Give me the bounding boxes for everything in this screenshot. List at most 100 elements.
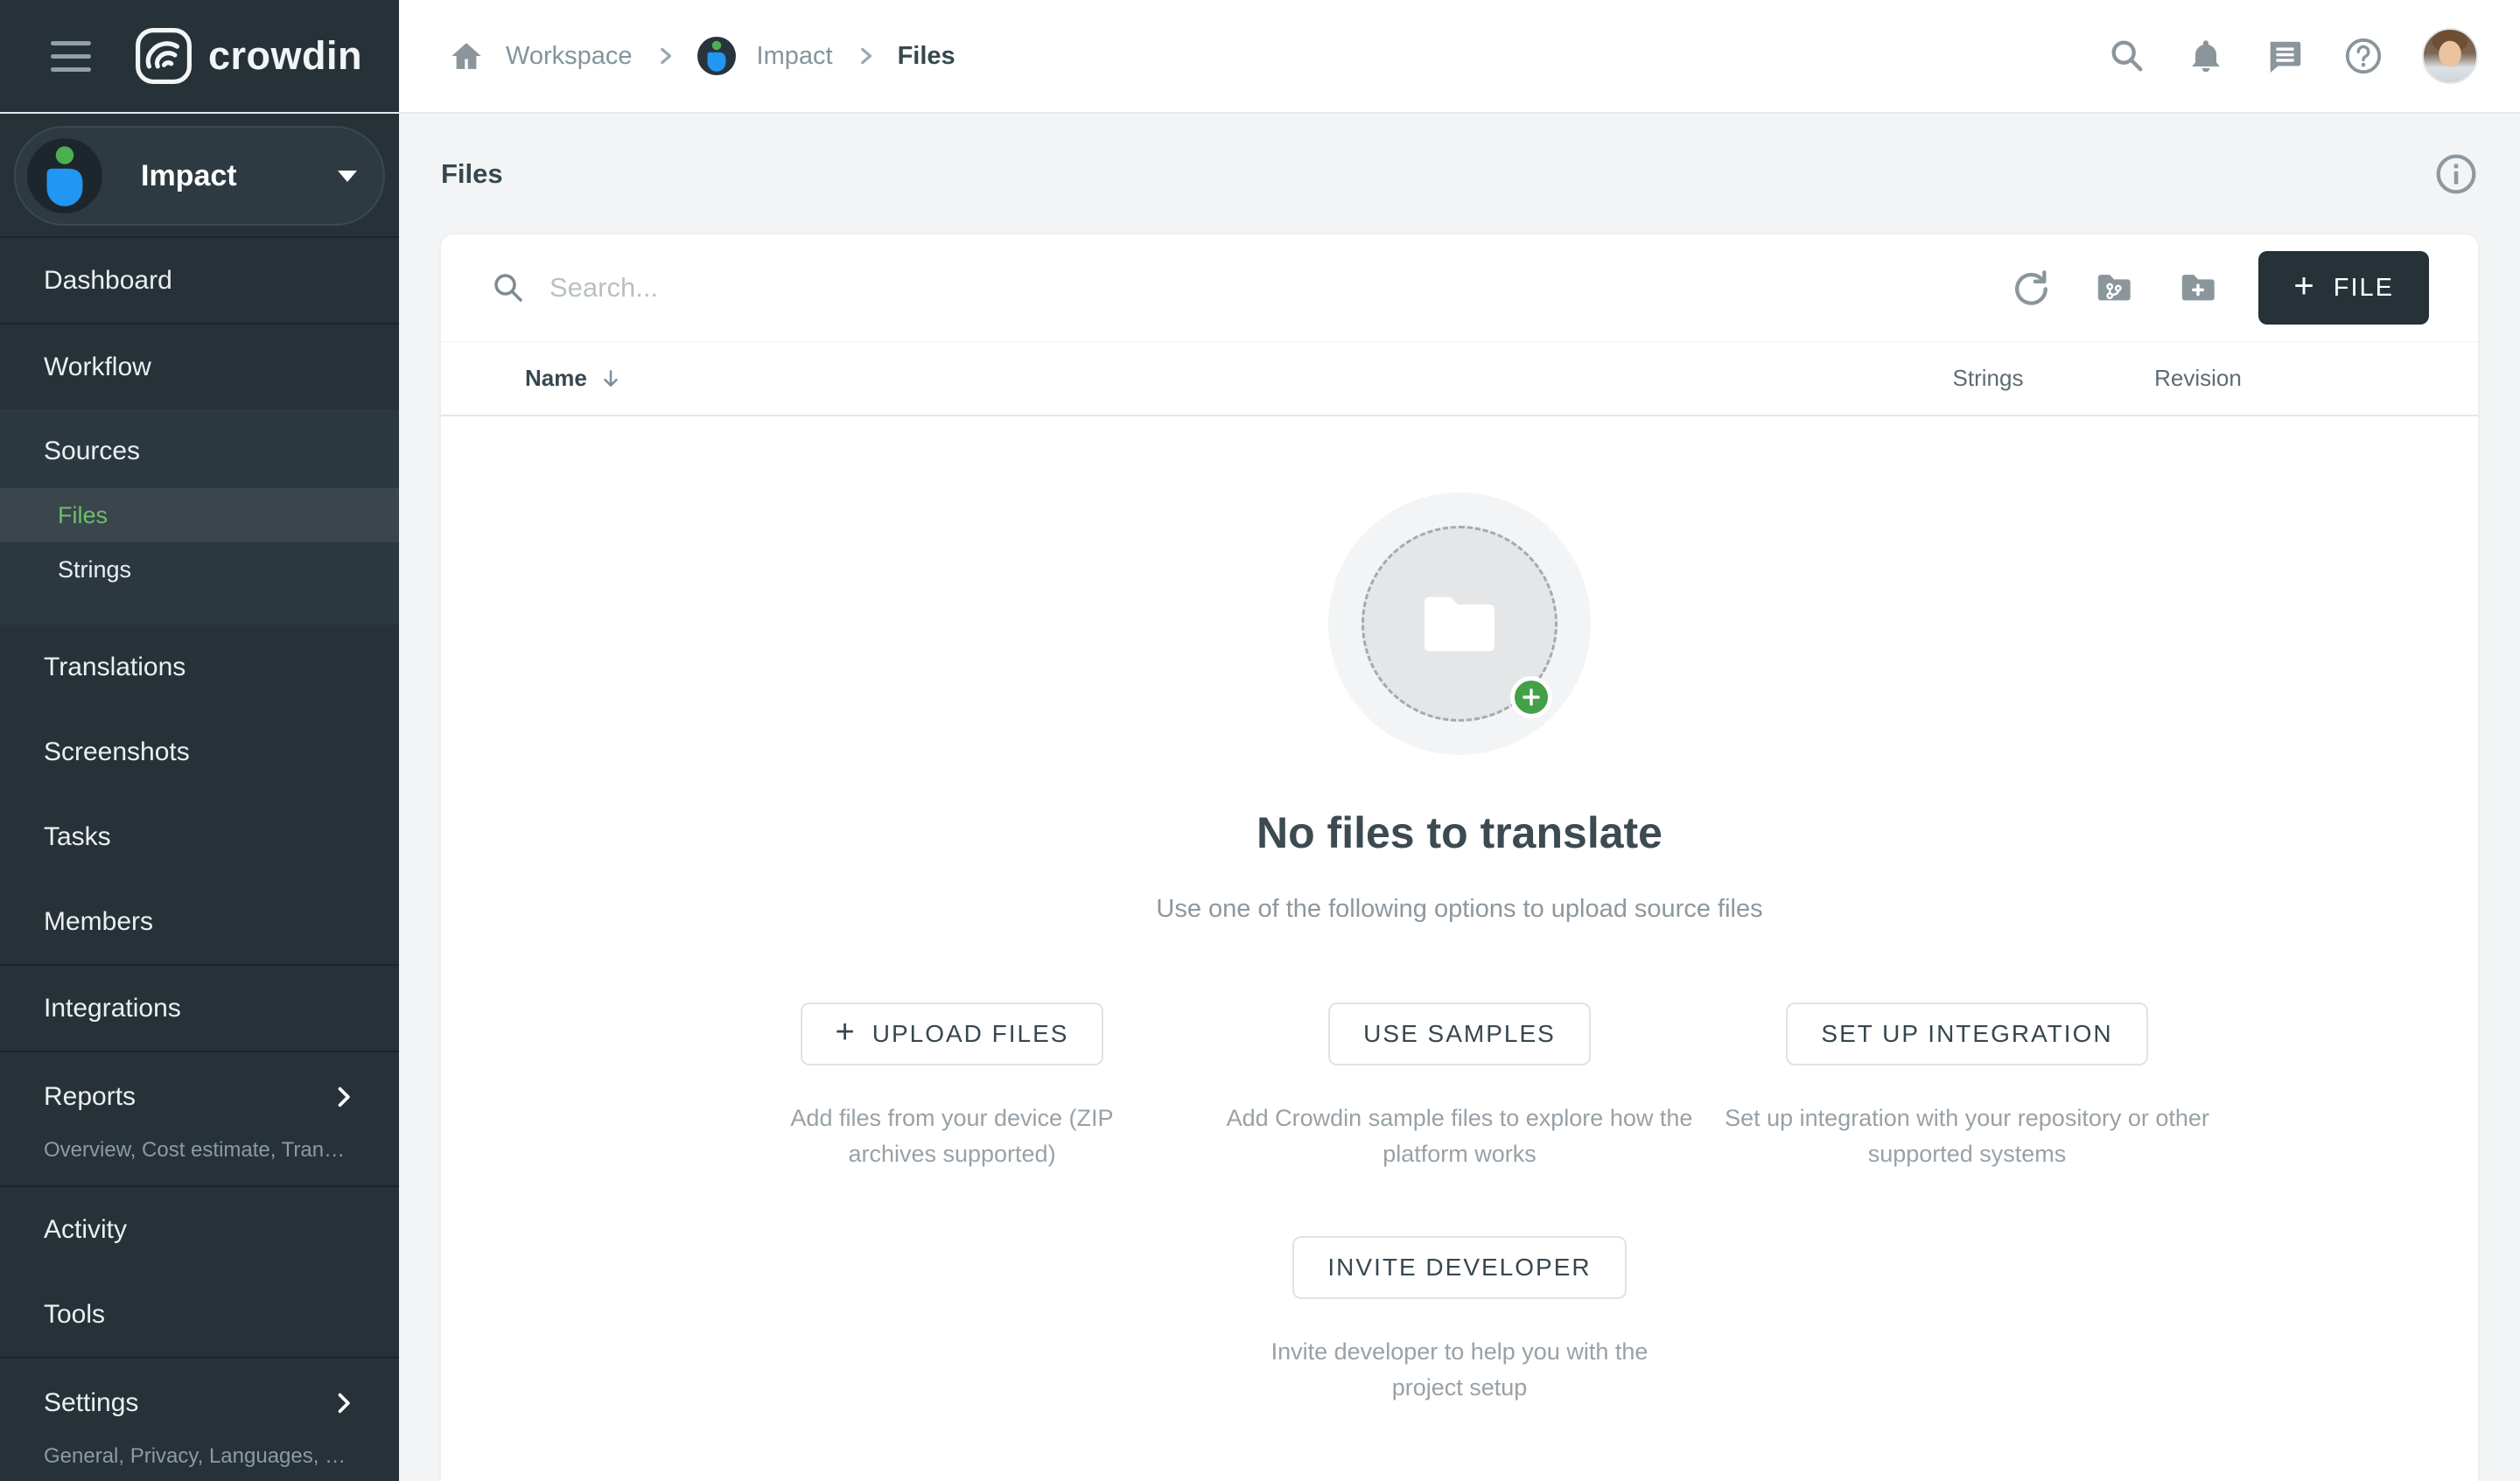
add-file-button[interactable]: + FILE <box>2258 251 2429 325</box>
sidebar-item-dashboard[interactable]: Dashboard <box>0 238 399 323</box>
files-panel: + FILE Name Strings Revision <box>441 234 2478 1481</box>
topbar-icons <box>2107 28 2478 84</box>
sidebar-item-label: Tasks <box>44 822 111 852</box>
invite-developer-button-label: INVITE DEVELOPER <box>1327 1254 1591 1282</box>
files-table-header: Name Strings Revision <box>441 341 2478 416</box>
plus-icon: + <box>2293 269 2315 304</box>
sidebar-item-subtitle: General, Privacy, Languages, Q… <box>0 1437 399 1476</box>
sidebar-item-reports[interactable]: Reports Overview, Cost estimate, Transl… <box>0 1052 399 1185</box>
sidebar-item-label: Files <box>58 502 108 529</box>
search-box <box>490 269 2010 306</box>
breadcrumb-project[interactable]: Impact <box>757 42 833 71</box>
files-toolbar: + FILE <box>441 234 2478 341</box>
breadcrumb-current-page: Files <box>898 42 956 71</box>
plus-icon: + <box>836 1016 857 1049</box>
project-avatar-mark <box>697 37 736 75</box>
sidebar-item-workflow[interactable]: Workflow <box>0 325 399 409</box>
sidebar-item-tasks[interactable]: Tasks <box>0 794 399 879</box>
sidebar-item-label: Strings <box>58 556 131 583</box>
sidebar-item-screenshots[interactable]: Screenshots <box>0 709 399 794</box>
refresh-icon[interactable] <box>2010 268 2050 308</box>
sidebar-item-integrations[interactable]: Integrations <box>0 966 399 1051</box>
search-icon <box>490 269 527 306</box>
page-title: Files <box>441 158 503 190</box>
search-icon[interactable] <box>2107 36 2147 76</box>
empty-state: No files to translate Use one of the fol… <box>441 493 2478 1405</box>
invite-developer-description: Invite developer to help you with the pr… <box>1258 1334 1661 1405</box>
messages-icon[interactable] <box>2264 36 2305 76</box>
add-file-badge-icon[interactable] <box>1510 676 1552 718</box>
info-icon[interactable] <box>2434 152 2478 196</box>
breadcrumb: Workspace Impact Files <box>448 37 956 75</box>
sidebar-item-translations[interactable]: Translations <box>0 625 399 709</box>
upload-files-option: + UPLOAD FILES Add files from your devic… <box>698 1002 1206 1171</box>
sidebar-item-settings[interactable]: Settings General, Privacy, Languages, Q… <box>0 1359 399 1481</box>
help-icon[interactable] <box>2343 36 2384 76</box>
empty-state-subtitle: Use one of the following options to uplo… <box>1156 895 1762 924</box>
sidebar-item-label: Activity <box>44 1215 127 1245</box>
set-up-integration-description: Set up integration with your repository … <box>1716 1100 2219 1171</box>
sort-descending-icon <box>599 367 622 390</box>
home-icon[interactable] <box>448 38 485 74</box>
empty-folder-graphic <box>1328 493 1591 755</box>
add-file-button-label: FILE <box>2334 274 2394 303</box>
column-header-name[interactable]: Name <box>525 365 622 392</box>
sidebar-item-label: Sources <box>44 437 140 466</box>
upload-files-description: Add files from your device (ZIP archives… <box>780 1100 1125 1171</box>
column-header-revision: Revision <box>2093 365 2303 392</box>
column-header-label: Name <box>525 365 587 392</box>
sidebar-item-label: Tools <box>44 1300 105 1330</box>
sidebar-item-members[interactable]: Members <box>0 879 399 964</box>
search-input[interactable] <box>550 272 1162 304</box>
use-samples-button-label: USE SAMPLES <box>1363 1020 1556 1048</box>
chevron-right-icon <box>331 1085 355 1109</box>
set-up-integration-button[interactable]: SET UP INTEGRATION <box>1786 1002 2147 1065</box>
project-selector[interactable]: Impact <box>14 126 385 226</box>
column-header-strings: Strings <box>1883 365 2093 392</box>
empty-state-title: No files to translate <box>1256 807 1662 858</box>
main-content: Files <box>399 114 2520 1481</box>
user-avatar[interactable] <box>2422 28 2478 84</box>
topbar-brand-area: crowdin <box>0 0 399 112</box>
page-header: Files <box>399 114 2520 234</box>
chevron-right-icon <box>654 45 676 67</box>
sidebar-item-sources[interactable]: Sources <box>0 415 399 488</box>
sidebar-item-strings[interactable]: Strings <box>0 542 399 597</box>
sidebar-item-label: Members <box>44 907 153 937</box>
folder-add-icon[interactable] <box>2178 268 2218 308</box>
use-samples-button[interactable]: USE SAMPLES <box>1328 1002 1591 1065</box>
crowdin-logo-icon <box>135 27 192 85</box>
sidebar: Impact Dashboard Workflow Sources Files … <box>0 114 399 1481</box>
set-up-integration-option: SET UP INTEGRATION Set up integration wi… <box>1713 1002 2221 1171</box>
crowdin-logo[interactable]: crowdin <box>135 27 362 85</box>
toolbar-icons <box>2010 268 2218 308</box>
sidebar-item-label: Dashboard <box>44 266 172 296</box>
project-avatar <box>697 37 736 75</box>
sidebar-item-subtitle: Overview, Cost estimate, Transl… <box>0 1131 399 1170</box>
notifications-bell-icon[interactable] <box>2186 36 2226 76</box>
sidebar-item-label: Integrations <box>44 994 181 1023</box>
breadcrumb-workspace[interactable]: Workspace <box>506 42 633 71</box>
top-bar: crowdin Workspace Impact Files <box>0 0 2520 114</box>
hamburger-menu-icon[interactable] <box>51 41 91 72</box>
sidebar-item-label: Reports <box>44 1082 136 1112</box>
sidebar-item-label: Workflow <box>44 353 151 382</box>
sidebar-item-files[interactable]: Files <box>0 488 399 542</box>
chevron-right-icon <box>331 1391 355 1415</box>
sidebar-item-activity[interactable]: Activity <box>0 1187 399 1272</box>
crowdin-wordmark: crowdin <box>208 33 362 79</box>
use-samples-description: Add Crowdin sample files to explore how … <box>1217 1100 1703 1171</box>
invite-developer-button[interactable]: INVITE DEVELOPER <box>1292 1236 1626 1299</box>
upload-options: + UPLOAD FILES Add files from your devic… <box>698 1002 2221 1171</box>
upload-files-button[interactable]: + UPLOAD FILES <box>801 1002 1104 1065</box>
project-avatar-mark <box>27 138 102 213</box>
sidebar-item-label: Translations <box>44 653 186 682</box>
sidebar-section-sources: Sources Files Strings <box>0 409 399 625</box>
folder-branch-icon[interactable] <box>2094 268 2134 308</box>
topbar-main: Workspace Impact Files <box>399 0 2520 112</box>
use-samples-option: USE SAMPLES Add Crowdin sample files to … <box>1206 1002 1713 1171</box>
folder-icon <box>1419 591 1500 656</box>
project-selector-name: Impact <box>141 159 237 193</box>
set-up-integration-button-label: SET UP INTEGRATION <box>1821 1020 2112 1048</box>
sidebar-item-tools[interactable]: Tools <box>0 1272 399 1357</box>
